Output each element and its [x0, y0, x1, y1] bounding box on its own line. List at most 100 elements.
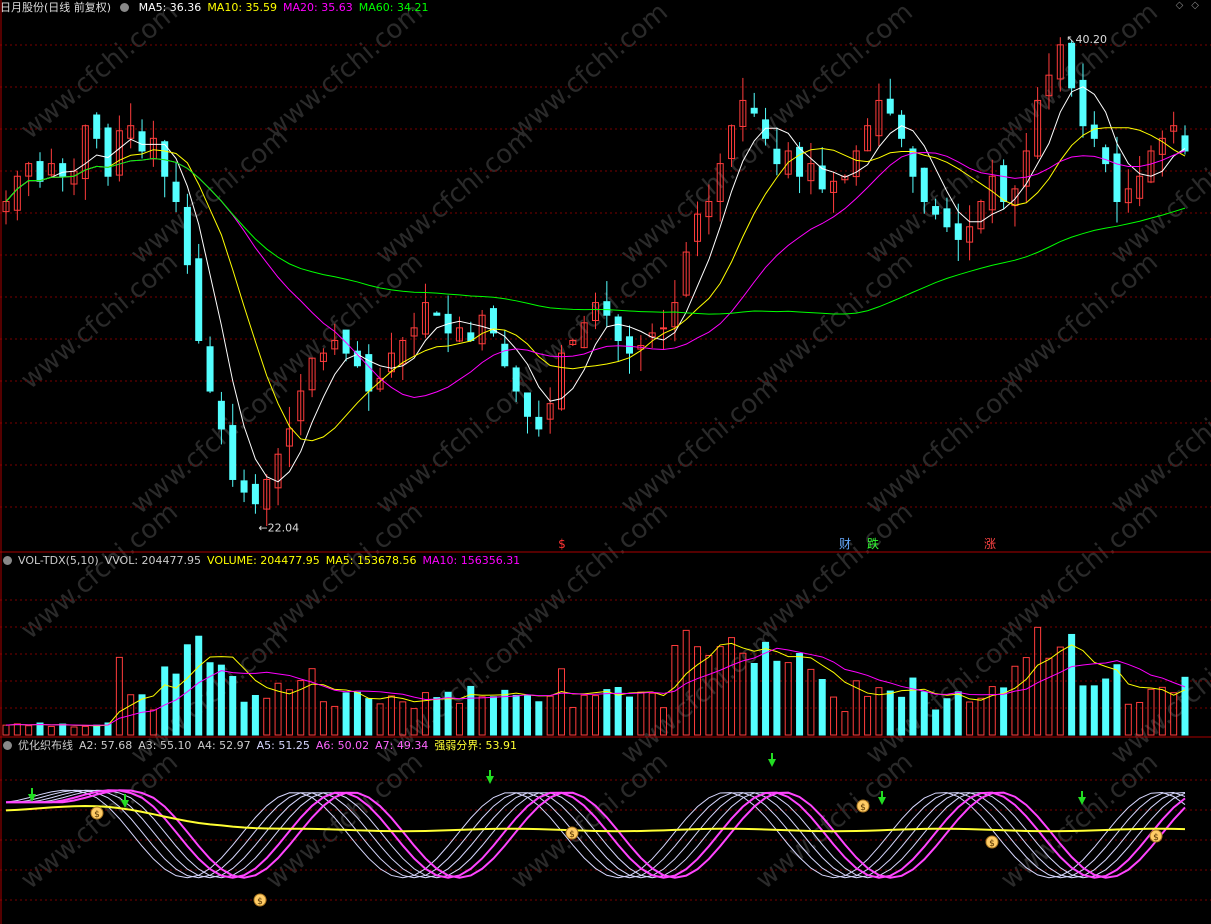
ind-label-3: A4: 52.97: [197, 739, 251, 752]
volume-bar: [478, 696, 486, 736]
settings-icon[interactable]: [120, 3, 130, 12]
volume-bar: [807, 668, 815, 736]
volume-bar: [954, 691, 962, 736]
candle-body: [603, 301, 611, 316]
money-bag-icon: $: [569, 830, 575, 840]
volume-bar: [830, 696, 838, 736]
volume-bar: [13, 723, 21, 736]
watermark-text: www.cfchi.com: [1105, 122, 1211, 270]
candle-body: [762, 119, 770, 139]
settings-icon[interactable]: [3, 741, 12, 750]
watermark-text: www.cfchi.com: [260, 497, 429, 645]
volume-bar: [512, 694, 520, 736]
volume-bar: [603, 689, 611, 736]
low-price-label: ←22.04: [258, 522, 299, 535]
volume-bar: [365, 698, 373, 736]
candle-body: [1090, 124, 1098, 139]
settings-icon[interactable]: [3, 556, 12, 565]
event-marker: 跌: [867, 536, 879, 551]
volume-bar: [864, 695, 872, 736]
watermark-text: www.cfchi.com: [260, 0, 429, 145]
sell-arrow-icon: [486, 776, 494, 784]
volume-bar: [1090, 685, 1098, 736]
watermark-text: www.cfchi.com: [15, 497, 184, 645]
event-marker: 涨: [984, 536, 996, 551]
watermark-text: www.cfchi.com: [1105, 372, 1211, 520]
volume-bar: [920, 691, 928, 736]
watermark-text: www.cfchi.com: [260, 747, 429, 895]
volume-bar: [240, 701, 248, 736]
watermark-text: www.cfchi.com: [615, 622, 784, 770]
stock-chart-canvas[interactable]: www.cfchi.com www.cfchi.com www.cfchi.com w…: [0, 0, 1211, 924]
candle-body: [920, 167, 928, 203]
volume-bar: [195, 635, 203, 736]
window-controls[interactable]: ◇◇: [1176, 0, 1207, 11]
volume-bar: [886, 690, 894, 736]
candle-body: [229, 425, 237, 480]
watermark-text: www.cfchi.com: [260, 247, 429, 395]
watermark-text: www.cfchi.com: [370, 122, 539, 270]
watermark-text: www.cfchi.com: [750, 497, 919, 645]
ind-label-1: A2: 57.68: [79, 739, 133, 752]
volume-bar: [331, 705, 339, 736]
candle-body: [796, 146, 804, 177]
watermark-text: www.cfchi.com: [995, 497, 1164, 645]
candle-body: [535, 416, 543, 430]
vol-label-3: MA5: 153678.56: [325, 554, 417, 567]
volume-bar: [546, 695, 554, 736]
candle-body: [1113, 153, 1121, 203]
volume-bar: [251, 694, 259, 736]
volume-bar: [1056, 646, 1064, 736]
volume-bar: [626, 696, 634, 736]
sell-arrow-icon: [768, 759, 776, 767]
volume-bar: [784, 662, 792, 736]
volume-bar: [467, 685, 475, 736]
watermark-text: www.cfchi.com: [860, 372, 1029, 520]
watermark-text: www.cfchi.com: [750, 0, 919, 145]
candle-body: [523, 392, 531, 417]
main-title: 日月股份(日线 前复权): [0, 1, 112, 14]
volume-bar: [909, 677, 917, 736]
volume-bar: [841, 711, 849, 736]
volume-bar: [1045, 657, 1053, 736]
volume-bar: [353, 691, 361, 736]
watermark-text: www.cfchi.com: [615, 372, 784, 520]
ind-label-6: A7: 49.34: [375, 739, 429, 752]
candle-body: [773, 148, 781, 165]
volume-bar: [115, 656, 123, 736]
ma-label-1: MA10: 35.59: [207, 1, 278, 14]
volume-bar: [433, 697, 441, 736]
volume-panel-header: VOL-TDX(5,10) VVOL: 204477.95 VOLUME: 2044…: [0, 553, 532, 569]
volume-bar: [489, 696, 497, 736]
volume-bar: [1011, 665, 1019, 736]
candle-body: [217, 400, 225, 430]
candle-body: [943, 208, 951, 228]
candle-body: [172, 181, 180, 203]
volume-bar: [93, 724, 101, 736]
volume-bar: [161, 666, 169, 736]
volume-bar: [319, 701, 327, 736]
watermark-text: www.cfchi.com: [995, 247, 1164, 395]
vol-label-1: VVOL: 204477.95: [104, 554, 202, 567]
candle-body: [1068, 42, 1076, 89]
candle-body: [59, 163, 67, 177]
candle-body: [1102, 147, 1110, 165]
volume-bar: [1000, 687, 1008, 736]
watermark-text: www.cfchi.com: [370, 372, 539, 520]
candle-body: [342, 329, 350, 354]
event-marker: $: [558, 537, 566, 551]
candle-body: [138, 131, 146, 152]
volume-bar: [229, 676, 237, 736]
ind-label-7: 强弱分界: 53.91: [434, 739, 518, 752]
high-price-label: ↖40.20: [1066, 33, 1107, 46]
candle-body: [886, 98, 894, 114]
candle-body: [932, 206, 940, 215]
watermark-text: www.cfchi.com: [125, 372, 294, 520]
volume-bar: [977, 697, 985, 736]
volume-bar: [569, 706, 577, 736]
volume-bar: [773, 660, 781, 736]
money-bag-icon: $: [1153, 833, 1159, 843]
candle-body: [626, 336, 634, 354]
volume-bar: [523, 694, 531, 736]
candle-body: [954, 223, 962, 240]
